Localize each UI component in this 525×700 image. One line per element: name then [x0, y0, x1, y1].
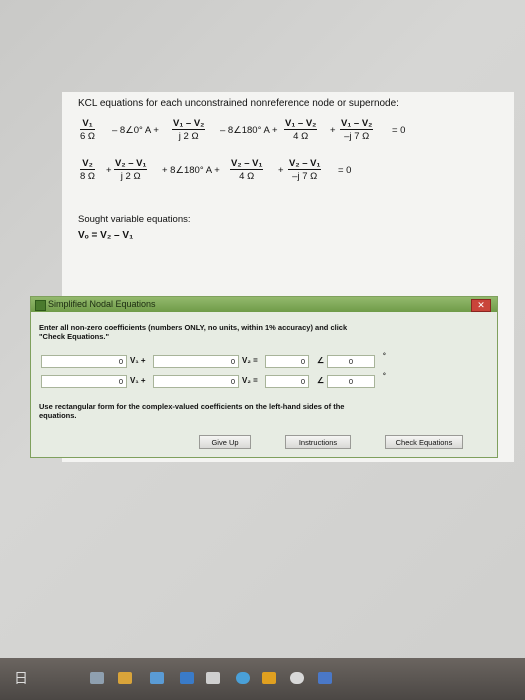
- eq1-plus: +: [330, 125, 336, 136]
- store-icon[interactable]: [150, 672, 164, 684]
- app-icon: [35, 300, 46, 311]
- row1-degree-symbol: °: [383, 353, 386, 360]
- file-explorer-icon[interactable]: [90, 672, 104, 684]
- rectangular-form-note: Use rectangular form for the complex-val…: [39, 402, 345, 420]
- row2-degree-symbol: °: [383, 373, 386, 380]
- app-circle-icon[interactable]: [290, 672, 304, 684]
- eq1-equals: = 0: [392, 125, 406, 136]
- eq2-plus-2: +: [278, 165, 284, 176]
- check-equations-button[interactable]: Check Equations: [385, 435, 463, 449]
- mail-icon[interactable]: [180, 672, 194, 684]
- row2-rhs-angle-input[interactable]: 0: [327, 375, 375, 388]
- row2-v2-label: V₂ =: [242, 376, 258, 385]
- eq2-term-2: + 8∠180° A +: [162, 165, 220, 176]
- row2-rhs-magnitude-input[interactable]: 0: [265, 375, 309, 388]
- row2-angle-symbol: ∠: [317, 376, 325, 385]
- taskbar: 日: [0, 658, 525, 700]
- eq1-frac-4: V₁ – V₂ –j 7 Ω: [340, 118, 374, 142]
- apps-icon[interactable]: [206, 672, 220, 684]
- row1-v2-label: V₂ =: [242, 356, 258, 365]
- language-indicator[interactable]: 日: [14, 668, 28, 688]
- row1-angle-symbol: ∠: [317, 356, 325, 365]
- simplified-nodal-dialog: Simplified Nodal Equations ✕ Enter all n…: [30, 296, 498, 458]
- close-button[interactable]: ✕: [471, 299, 491, 312]
- eq1-frac-1: V₁ 6 Ω: [80, 118, 96, 142]
- eq2-frac-1: V₂ 8 Ω: [80, 158, 96, 182]
- row1-v1-label: V₁ +: [130, 356, 146, 365]
- row1-rhs-angle-input[interactable]: 0: [327, 355, 375, 368]
- word-icon[interactable]: [318, 672, 332, 684]
- eq1-frac-2: V₁ – V₂ j 2 Ω: [172, 118, 206, 142]
- sought-label: Sought variable equations:: [78, 214, 191, 225]
- instructions-button[interactable]: Instructions: [285, 435, 351, 449]
- eq1-frac-3: V₁ – V₂ 4 Ω: [284, 118, 318, 142]
- sought-equation: Vₒ = V₂ – V₁: [78, 230, 134, 241]
- eq2-frac-3: V₂ – V₁ 4 Ω: [230, 158, 264, 182]
- give-up-button[interactable]: Give Up: [199, 435, 251, 449]
- eq2-frac-2: V₂ – V₁ j 2 Ω: [114, 158, 148, 182]
- dialog-instructions: Enter all non-zero coefficients (numbers…: [39, 323, 348, 341]
- media-icon[interactable]: [262, 672, 276, 684]
- row2-coef-v2-input[interactable]: 0: [153, 375, 239, 388]
- eq2-plus-1: +: [106, 165, 112, 176]
- kcl-heading: KCL equations for each unconstrained non…: [78, 98, 399, 109]
- dialog-titlebar[interactable]: Simplified Nodal Equations ✕: [31, 297, 497, 312]
- row1-coef-v2-input[interactable]: 0: [153, 355, 239, 368]
- browser-icon[interactable]: [236, 672, 250, 684]
- eq1-term-2: – 8∠180° A +: [220, 125, 278, 136]
- folder-icon[interactable]: [118, 672, 132, 684]
- row1-rhs-magnitude-input[interactable]: 0: [265, 355, 309, 368]
- row2-coef-v1-input[interactable]: 0: [41, 375, 127, 388]
- row1-coef-v1-input[interactable]: 0: [41, 355, 127, 368]
- row2-v1-label: V₁ +: [130, 376, 146, 385]
- dialog-title: Simplified Nodal Equations: [48, 299, 156, 309]
- eq1-term-1: – 8∠0° A +: [112, 125, 159, 136]
- eq2-frac-4: V₂ – V₁ –j 7 Ω: [288, 158, 322, 182]
- eq2-equals: = 0: [338, 165, 352, 176]
